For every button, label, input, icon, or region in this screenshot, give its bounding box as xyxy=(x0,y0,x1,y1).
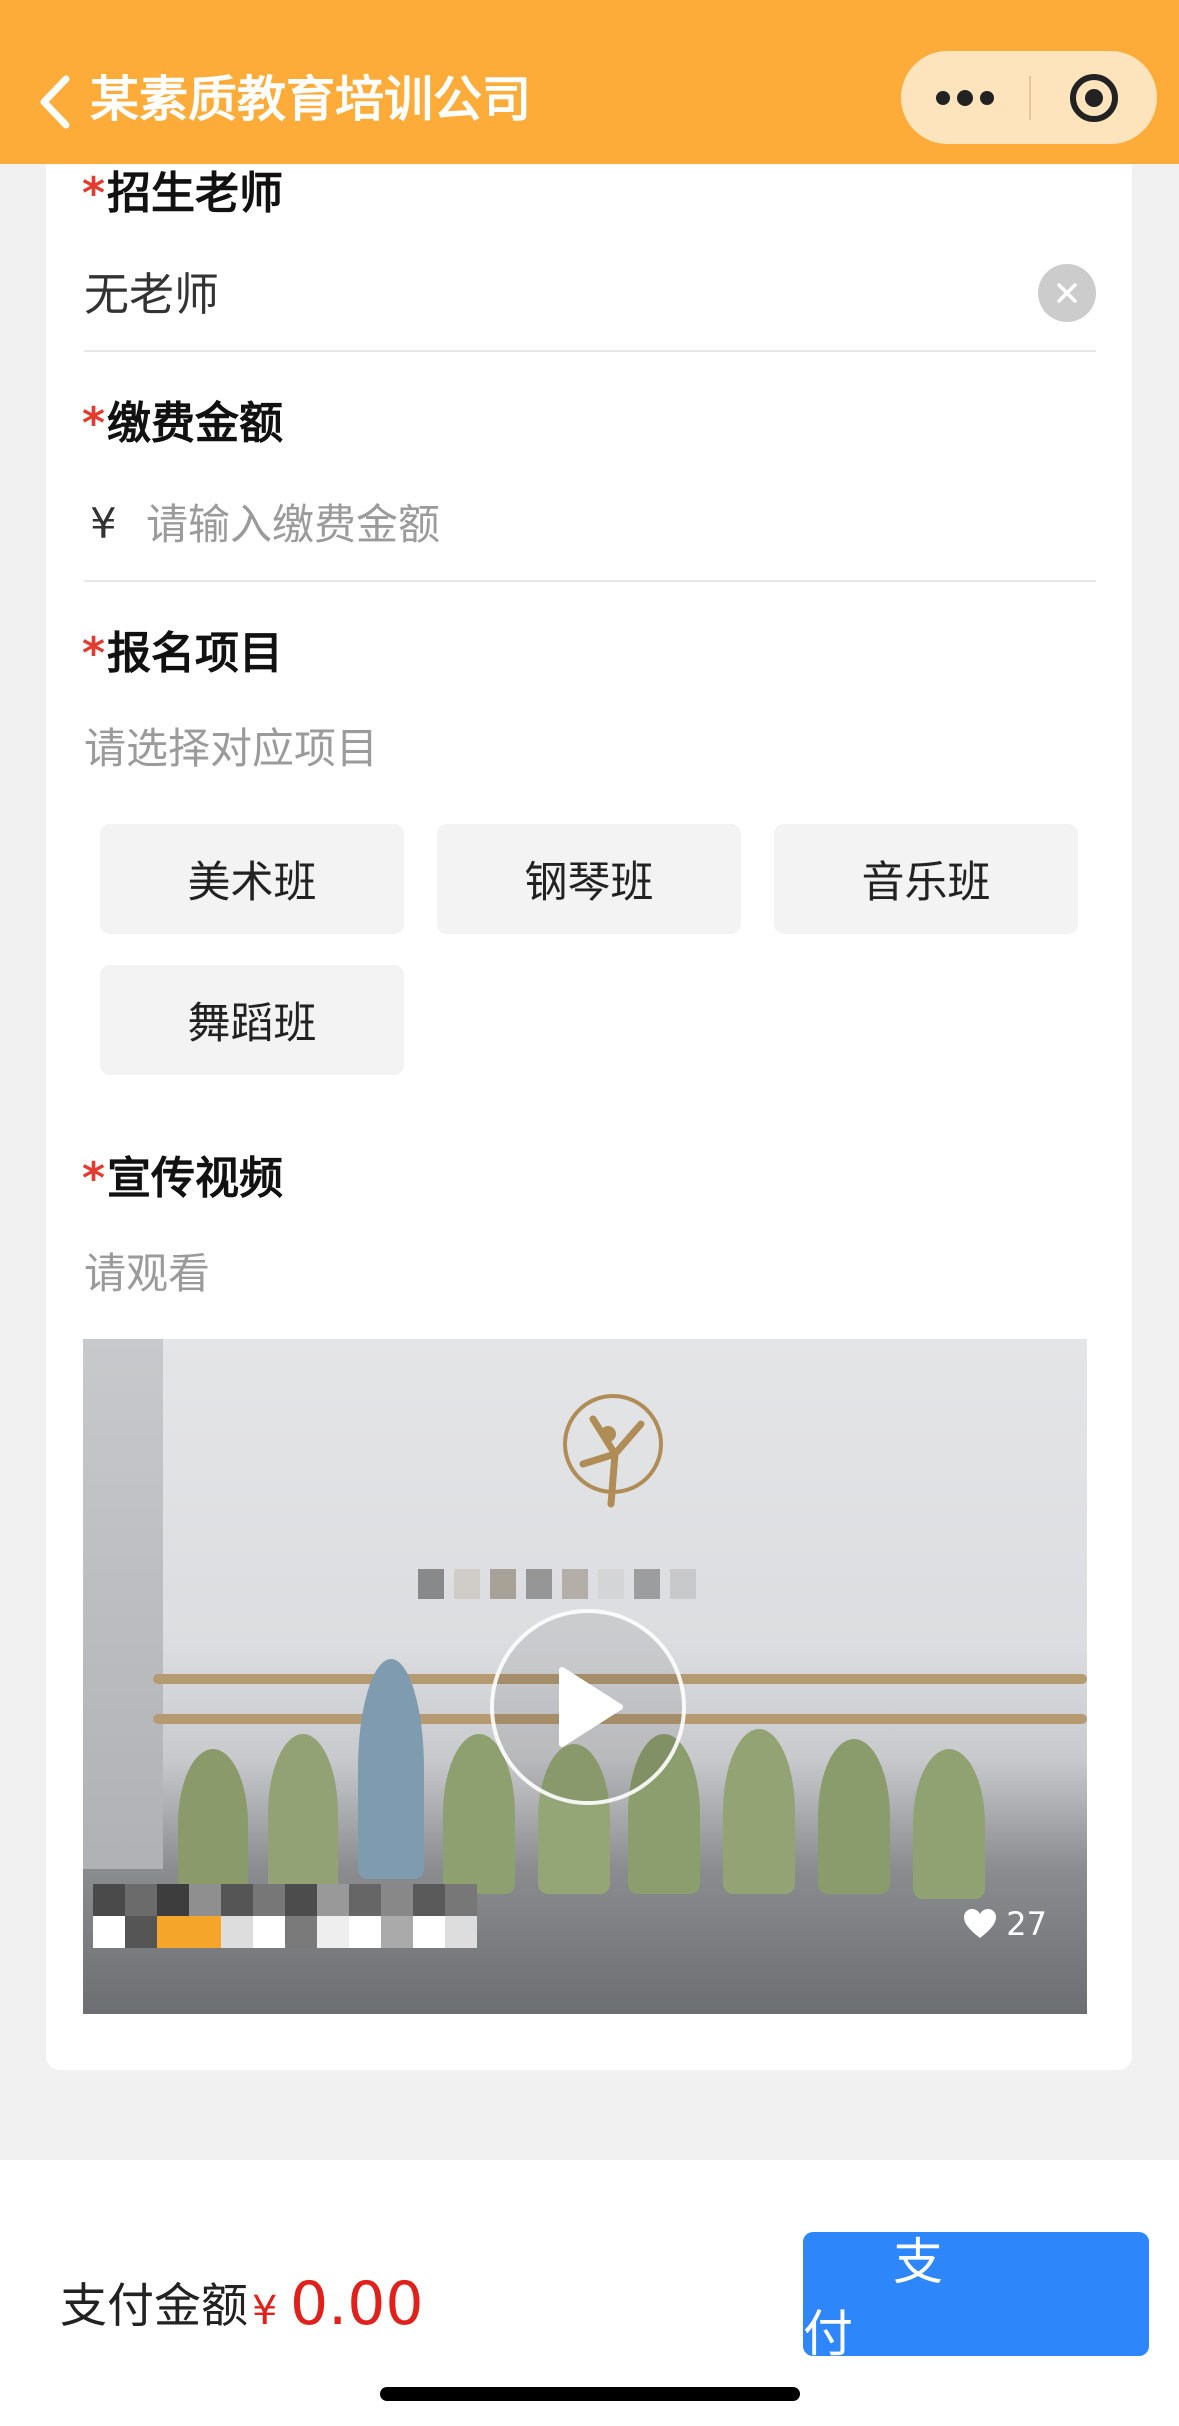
play-icon xyxy=(559,1667,623,1747)
enrollment-form-card: *招生老师 无老师 *缴费金额 ¥ *报名项目 请选择对应项目 美术班 钢琴班 … xyxy=(46,164,1132,2070)
pay-currency-symbol: ¥ xyxy=(252,2288,278,2334)
amount-label-text: 缴费金额 xyxy=(107,398,284,449)
required-mark: * xyxy=(82,628,106,679)
target-circle-icon xyxy=(1070,73,1118,122)
amount-input[interactable] xyxy=(146,491,1046,557)
clear-teacher-button[interactable] xyxy=(1038,264,1096,322)
amount-label: *缴费金额 xyxy=(82,394,283,454)
project-label: *报名项目 xyxy=(82,624,283,684)
page-title: 某素质教育培训公司 xyxy=(90,71,532,128)
pay-button[interactable]: 支付 xyxy=(803,2232,1149,2363)
heart-icon xyxy=(964,1909,997,1938)
required-mark: * xyxy=(82,168,106,219)
divider xyxy=(84,580,1096,582)
kid-figure xyxy=(818,1739,890,1894)
option-music-class[interactable]: 音乐班 xyxy=(774,824,1078,934)
required-mark: * xyxy=(82,1153,106,1204)
gymnast-logo-icon xyxy=(563,1394,663,1508)
mini-program-capsule xyxy=(901,51,1157,144)
like-counter[interactable]: 27 xyxy=(962,1904,1047,1944)
play-button[interactable] xyxy=(490,1609,686,1805)
kid-figure xyxy=(723,1729,795,1894)
kid-figure xyxy=(913,1749,985,1899)
teacher-label: *招生老师 xyxy=(82,164,283,224)
blurred-author-info xyxy=(93,1884,477,1948)
close-mini-program-button[interactable] xyxy=(1031,51,1157,144)
more-dots-icon xyxy=(936,89,994,106)
project-hint: 请选择对应项目 xyxy=(84,724,379,773)
video-label-text: 宣传视频 xyxy=(107,1153,284,1204)
option-dance-class[interactable]: 舞蹈班 xyxy=(100,965,404,1075)
option-piano-class[interactable]: 钢琴班 xyxy=(437,824,741,934)
kid-figure xyxy=(358,1659,424,1879)
currency-symbol: ¥ xyxy=(90,499,117,548)
promo-video[interactable]: 27 xyxy=(83,1339,1087,2014)
payment-bar: 支付金额 ¥ 0.00 支付 xyxy=(0,2160,1179,2426)
kid-figure xyxy=(268,1734,338,1894)
navigation-bar: 某素质教育培训公司 xyxy=(0,0,1179,164)
back-button[interactable] xyxy=(30,70,80,134)
blurred-text xyxy=(418,1569,696,1599)
required-mark: * xyxy=(82,398,106,449)
pay-amount-label: 支付金额 xyxy=(60,2279,248,2334)
home-indicator xyxy=(380,2387,800,2401)
kid-figure xyxy=(178,1749,248,1899)
chevron-left-icon xyxy=(40,75,70,129)
teacher-field[interactable]: 无老师 xyxy=(84,260,219,330)
option-art-class[interactable]: 美术班 xyxy=(100,824,404,934)
project-label-text: 报名项目 xyxy=(107,628,284,679)
pay-amount-value: 0.00 xyxy=(290,2269,424,2339)
clear-icon xyxy=(1057,283,1077,303)
video-label: *宣传视频 xyxy=(82,1149,283,1209)
divider xyxy=(84,350,1096,352)
teacher-label-text: 招生老师 xyxy=(107,168,284,219)
like-count: 27 xyxy=(1006,1905,1047,1943)
video-hint: 请观看 xyxy=(84,1249,211,1298)
more-button[interactable] xyxy=(901,51,1029,144)
